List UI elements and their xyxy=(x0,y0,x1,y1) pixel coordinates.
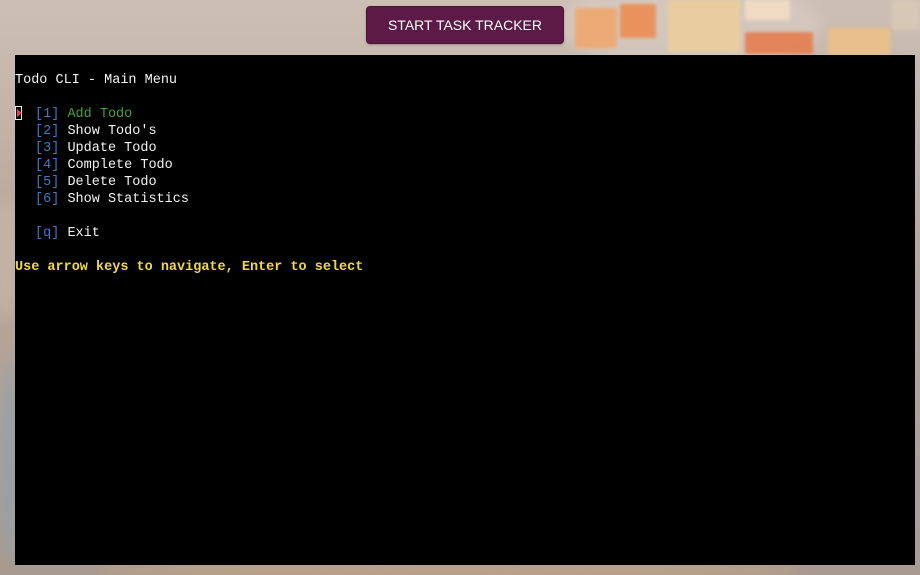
navigation-hint: Use arrow keys to navigate, Enter to sel… xyxy=(15,260,364,275)
sticky-note xyxy=(828,28,890,55)
menu-item-show-todos[interactable]: [2] Show Todo's xyxy=(35,123,157,140)
menu-key: 1 xyxy=(43,107,52,122)
sticky-note xyxy=(745,32,813,54)
menu-key: 2 xyxy=(43,124,52,139)
menu-item-complete-todo[interactable]: [4] Complete Todo xyxy=(35,157,173,174)
sticky-note xyxy=(892,0,920,30)
menu-item-label: Delete Todo xyxy=(67,175,157,190)
sticky-note xyxy=(620,4,656,38)
menu-key: 5 xyxy=(43,175,52,190)
menu-title: Todo CLI - Main Menu xyxy=(15,73,178,88)
menu-key: 4 xyxy=(43,158,52,173)
menu-item-delete-todo[interactable]: [5] Delete Todo xyxy=(35,174,157,191)
menu-item-add-todo[interactable]: [1] Add Todo xyxy=(35,106,132,123)
menu-key: 3 xyxy=(43,141,52,156)
terminal-window[interactable]: Todo CLI - Main Menu [1] Add Todo [2] Sh… xyxy=(15,55,915,565)
menu-item-exit[interactable]: [q] Exit xyxy=(35,225,100,242)
sticky-note xyxy=(668,0,740,52)
start-task-tracker-button[interactable]: START TASK TRACKER xyxy=(366,6,564,44)
menu-item-label: Update Todo xyxy=(67,141,157,156)
selection-cursor-icon xyxy=(15,106,22,120)
menu-item-label: Show Todo's xyxy=(67,124,157,139)
menu-key: 6 xyxy=(43,192,52,207)
menu-item-label: Complete Todo xyxy=(67,158,173,173)
sticky-note xyxy=(575,8,617,48)
page-background: START TASK TRACKER Todo CLI - Main Menu … xyxy=(0,0,920,575)
sticky-note xyxy=(745,0,790,20)
menu-item-label: Add Todo xyxy=(67,107,133,122)
menu-item-label: Exit xyxy=(67,226,100,241)
menu-item-update-todo[interactable]: [3] Update Todo xyxy=(35,140,157,157)
menu-key: q xyxy=(43,226,52,241)
menu-item-show-statistics[interactable]: [6] Show Statistics xyxy=(35,191,189,208)
menu-item-label: Show Statistics xyxy=(67,192,189,207)
